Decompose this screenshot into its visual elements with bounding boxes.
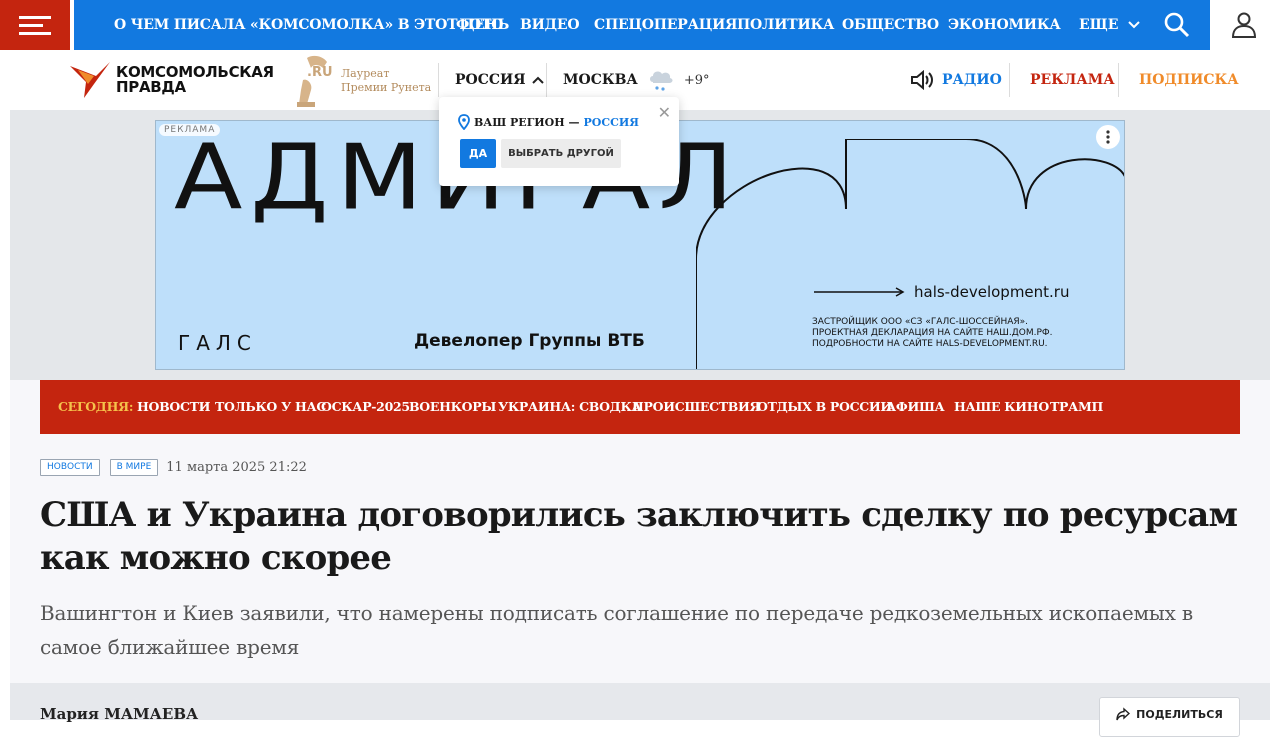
ad-legal-line-3: ПОДРОБНОСТИ НА САЙТЕ HALS-DEVELOPMENT.RU…: [812, 339, 1048, 349]
ad-legal-line-2: ПРОЕКТНАЯ ДЕКЛАРАЦИЯ НА САЙТЕ НАШ.ДОМ.РФ…: [812, 328, 1053, 338]
award-line-2: Премии Рунета: [341, 81, 432, 94]
article-lead: Вашингтон и Киев заявили, что намерены п…: [40, 601, 1193, 659]
tag-world[interactable]: В МИРЕ: [109, 459, 159, 476]
hamburger-icon: [19, 16, 51, 35]
today-item-incidents[interactable]: ПРОИСШЕСТВИЯ: [632, 380, 761, 434]
today-item-war-correspondents[interactable]: ВОЕНКОРЫ: [409, 380, 496, 434]
share-icon: [1116, 707, 1131, 721]
nav-link-politics[interactable]: ПОЛИТИКА: [737, 0, 834, 50]
share-button[interactable]: ПОДЕЛИТЬСЯ: [1099, 697, 1240, 737]
today-item-trump[interactable]: ТРАМП: [1050, 380, 1103, 434]
snow-cloud-icon: [649, 71, 673, 91]
nav-more-button[interactable]: ЕЩЕ: [1079, 0, 1141, 50]
region-question-value: РОССИЯ: [583, 115, 639, 129]
author-bar: Мария МАМАЕВА ПОДЕЛИТЬСЯ: [10, 683, 1270, 737]
search-button[interactable]: [1160, 8, 1194, 42]
nav-link-special-operation[interactable]: СПЕЦОПЕРАЦИЯ: [594, 0, 737, 50]
arrow-right-icon: [814, 287, 905, 297]
today-topics-bar: СЕГОДНЯ: НОВОСТИ ТОЛЬКО У НАС ОСКАР-2025…: [40, 380, 1240, 434]
divider: [1009, 63, 1010, 97]
top-navigation: О ЧЕМ ПИСАЛА «КОМСОМОЛКА» В ЭТОТ ДЕНЬ ФО…: [0, 0, 1280, 50]
article-headline: США и Украина договорились заключить сде…: [40, 495, 1238, 578]
city-label: МОСКВА: [563, 72, 638, 88]
ad-brand: ГАЛС: [178, 331, 257, 355]
today-item-our-cinema[interactable]: НАШЕ КИНО: [954, 380, 1049, 434]
nav-link-photo[interactable]: ФОТО: [456, 0, 503, 50]
ad-url: hals-development.ru: [914, 283, 1070, 301]
nav-band: О ЧЕМ ПИСАЛА «КОМСОМОЛКА» В ЭТОТ ДЕНЬ ФО…: [74, 0, 1210, 50]
ad-legal-text: ЗАСТРОЙЩИК ООО «СЗ «ГАЛС-ШОССЕЙНАЯ». ПРО…: [812, 317, 1112, 350]
divider: [546, 63, 547, 97]
divider: [1118, 63, 1119, 97]
ad-options-button[interactable]: [1096, 125, 1120, 149]
search-icon: [1164, 12, 1190, 38]
kp-bird-logo-icon: [70, 62, 110, 98]
today-item-travel-russia[interactable]: ОТДЫХ В РОССИИ: [757, 380, 892, 434]
user-account-button[interactable]: [1226, 7, 1262, 43]
advertising-link[interactable]: РЕКЛАМА: [1030, 50, 1115, 110]
today-item-ukraine-summary[interactable]: УКРАИНА: СВОДКА: [498, 380, 642, 434]
article-meta: НОВОСТИ В МИРЕ 11 марта 2025 21:22: [40, 459, 307, 476]
today-item-exclusive[interactable]: ТОЛЬКО У НАС: [215, 380, 326, 434]
today-item-oscar[interactable]: ОСКАР-2025: [321, 380, 410, 434]
divider: [438, 63, 439, 97]
close-icon[interactable]: ✕: [658, 103, 671, 122]
share-label: ПОДЕЛИТЬСЯ: [1136, 707, 1223, 721]
region-question-text: ВАШ РЕГИОН —: [474, 115, 580, 129]
svg-text:.RU: .RU: [307, 65, 333, 80]
region-confirm-popup: ✕ ВАШ РЕГИОН — РОССИЯ ДА ВЫБРАТЬ ДРУГОЙ: [439, 97, 679, 186]
location-pin-icon: [458, 114, 470, 130]
subscription-link[interactable]: ПОДПИСКА: [1139, 50, 1239, 110]
ad-legal-line-1: ЗАСТРОЙЩИК ООО «СЗ «ГАЛС-ШОССЕЙНАЯ».: [812, 317, 1029, 327]
tag-news[interactable]: НОВОСТИ: [40, 459, 100, 476]
today-item-news[interactable]: НОВОСТИ: [137, 380, 210, 434]
chevron-up-icon: [531, 76, 544, 84]
temperature: +9°: [683, 72, 710, 88]
radio-label: РАДИО: [942, 72, 1002, 88]
region-label: РОССИЯ: [455, 72, 526, 88]
more-vertical-icon: [1106, 130, 1110, 144]
region-question: ВАШ РЕГИОН — РОССИЯ: [458, 114, 639, 130]
logo-wordmark: КОМСОМОЛЬСКАЯ ПРАВДА: [116, 65, 274, 95]
speaker-icon: [911, 70, 933, 90]
ad-tagline: Девелопер Группы ВТБ: [414, 331, 645, 351]
choose-other-region-button[interactable]: ВЫБРАТЬ ДРУГОЙ: [501, 139, 621, 168]
confirm-region-button[interactable]: ДА: [460, 139, 496, 168]
article-author[interactable]: Мария МАМАЕВА: [40, 705, 198, 723]
today-label: СЕГОДНЯ:: [58, 399, 134, 414]
nav-link-this-day[interactable]: О ЧЕМ ПИСАЛА «КОМСОМОЛКА» В ЭТОТ ДЕНЬ: [114, 0, 509, 50]
today-item-afisha[interactable]: АФИША: [886, 380, 945, 434]
award-line-1: Лауреат: [341, 67, 390, 80]
menu-button[interactable]: [0, 0, 70, 50]
nav-link-society[interactable]: ОБЩЕСТВО: [842, 0, 939, 50]
award-label: Лауреат Премии Рунета: [341, 67, 431, 95]
nav-link-video[interactable]: ВИДЕО: [520, 0, 580, 50]
runet-award[interactable]: .RU Лауреат Премии Рунета: [293, 54, 431, 108]
nav-more-label: ЕЩЕ: [1079, 17, 1119, 33]
site-logo[interactable]: КОМСОМОЛЬСКАЯ ПРАВДА: [70, 60, 280, 100]
article-date: 11 марта 2025 21:22: [166, 460, 307, 475]
radio-link[interactable]: РАДИО: [910, 50, 1002, 110]
chevron-down-icon: [1128, 21, 1141, 29]
award-statuette-icon: .RU: [297, 55, 333, 107]
nav-link-economy[interactable]: ЭКОНОМИКА: [948, 0, 1061, 50]
user-icon: [1232, 12, 1256, 38]
logo-line-2: ПРАВДА: [116, 78, 186, 96]
